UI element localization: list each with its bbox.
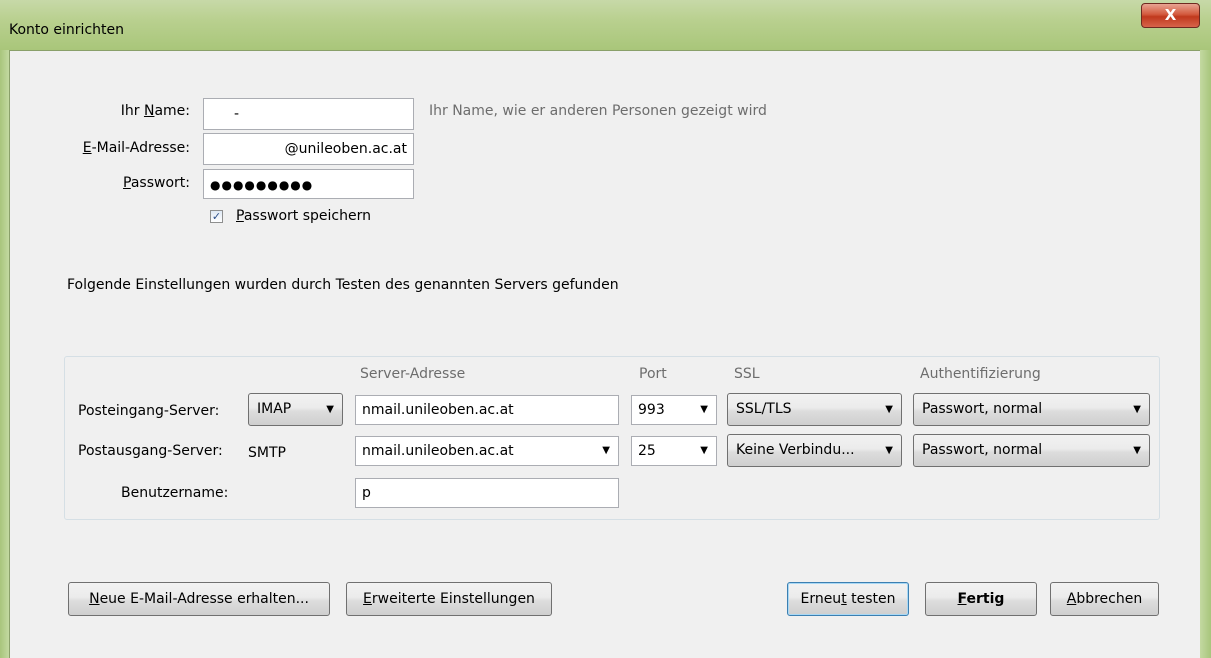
- password-input[interactable]: ●●●●●●●●●: [203, 169, 414, 199]
- header-server-address: Server-Adresse: [360, 366, 466, 382]
- chevron-down-icon: ▼: [885, 445, 893, 456]
- username-input[interactable]: p: [355, 478, 619, 508]
- chevron-down-icon: ▼: [326, 404, 334, 415]
- email-input[interactable]: @unileoben.ac.at: [203, 133, 414, 165]
- incoming-protocol-dropdown[interactable]: IMAP ▼: [248, 393, 343, 426]
- outgoing-server-combo[interactable]: nmail.unileoben.ac.at ▼: [355, 436, 619, 466]
- checkmark-icon: ✓: [211, 210, 222, 223]
- done-button[interactable]: Fertig: [925, 582, 1037, 616]
- window-frame-right: [1200, 50, 1211, 658]
- name-input[interactable]: -: [203, 98, 414, 130]
- outgoing-server-label: Postausgang-Server:: [78, 443, 223, 459]
- incoming-ssl-dropdown[interactable]: SSL/TLS ▼: [727, 393, 902, 426]
- chevron-down-icon: ▼: [700, 404, 708, 415]
- chevron-down-icon: ▼: [1133, 445, 1141, 456]
- chevron-down-icon: ▼: [1133, 404, 1141, 415]
- outgoing-auth-dropdown[interactable]: Passwort, normal ▼: [913, 434, 1150, 467]
- name-label: Ihr Name:: [120, 103, 190, 119]
- incoming-server-input[interactable]: nmail.unileoben.ac.at: [355, 395, 619, 425]
- new-email-address-button[interactable]: Neue E-Mail-Adresse erhalten...: [68, 582, 330, 616]
- cancel-button[interactable]: Abbrechen: [1050, 582, 1159, 616]
- password-label: Passwort:: [123, 175, 190, 191]
- username-label: Benutzername:: [121, 485, 229, 501]
- outgoing-ssl-dropdown[interactable]: Keine Verbindu... ▼: [727, 434, 902, 467]
- close-button[interactable]: X: [1141, 3, 1200, 28]
- retest-button[interactable]: Erneut testen: [787, 582, 909, 616]
- chevron-down-icon: ▼: [885, 404, 893, 415]
- chevron-down-icon: ▼: [602, 445, 610, 456]
- header-authentication: Authentifizierung: [920, 366, 1041, 382]
- server-settings-group: Server-Adresse Port SSL Authentifizierun…: [64, 356, 1160, 520]
- close-icon: X: [1164, 6, 1177, 24]
- window-frame-left: [0, 50, 9, 658]
- incoming-server-label: Posteingang-Server:: [78, 403, 220, 419]
- window-title: Konto einrichten: [9, 22, 124, 38]
- advanced-settings-button[interactable]: Erweiterte Einstellungen: [346, 582, 552, 616]
- chevron-down-icon: ▼: [700, 445, 708, 456]
- incoming-auth-dropdown[interactable]: Passwort, normal ▼: [913, 393, 1150, 426]
- header-port: Port: [639, 366, 667, 382]
- outgoing-port-combo[interactable]: 25 ▼: [631, 436, 717, 466]
- dialog-window: Konto einrichten X Ihr Name: - Ihr Name,…: [0, 0, 1211, 658]
- email-label: E-Mail-Adresse:: [82, 140, 190, 156]
- remember-password-checkbox[interactable]: ✓: [210, 210, 223, 223]
- name-hint: Ihr Name, wie er anderen Personen gezeig…: [429, 103, 767, 119]
- incoming-port-combo[interactable]: 993 ▼: [631, 395, 717, 425]
- dialog-content: Ihr Name: - Ihr Name, wie er anderen Per…: [9, 50, 1200, 658]
- header-ssl: SSL: [734, 366, 760, 382]
- title-bar: Konto einrichten X: [0, 0, 1211, 50]
- remember-password-label[interactable]: Passwort speichern: [236, 208, 371, 224]
- outgoing-protocol-label: SMTP: [248, 445, 286, 461]
- found-settings-text: Folgende Einstellungen wurden durch Test…: [67, 277, 619, 293]
